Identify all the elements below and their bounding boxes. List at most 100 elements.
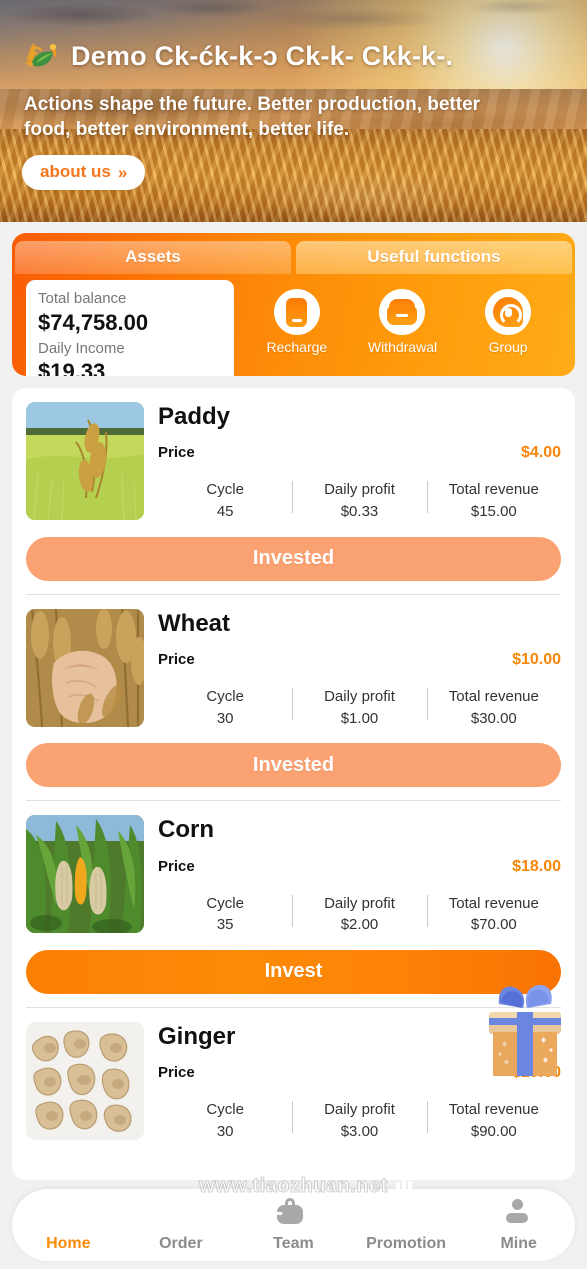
nav-item-mine[interactable]: Mine: [475, 1198, 563, 1253]
home-icon: [52, 1198, 84, 1230]
product-item-wheat: Wheat Price $10.00 Cycle 30 Daily profit…: [26, 593, 561, 801]
withdrawal-icon: [379, 289, 426, 335]
cycle-label: Cycle: [206, 688, 244, 706]
product-stats: Cycle 30 Daily profit $1.00 Total revenu…: [158, 686, 561, 730]
total-balance-value: $74,758.00: [38, 309, 149, 335]
person-icon: [503, 1198, 535, 1230]
tab-useful-functions[interactable]: Useful functions: [296, 241, 572, 274]
total-revenue-label: Total revenue: [448, 894, 539, 912]
cycle-value: 30: [216, 709, 234, 727]
total-revenue-label: Total revenue: [448, 688, 539, 706]
daily-income-value: $19.33: [38, 359, 106, 376]
wheat-hand-photo: [26, 608, 144, 727]
daily-income-label: Daily Income: [38, 339, 125, 357]
total-revenue-value: $90.00: [470, 1123, 517, 1141]
product-name: Wheat: [158, 609, 230, 637]
brand-row: Demo Ck-ćk-k-ɔ Ck-k- Ckk-k-.: [22, 36, 567, 76]
product-info: Paddy Price $4.00 Cycle 45 Daily profit …: [158, 402, 561, 524]
nav-label-mine: Mine: [500, 1234, 537, 1252]
product-price-row: Price $4.00: [158, 444, 561, 462]
daily-profit-value: $0.33: [340, 503, 379, 521]
product-price-row: Price $18.00: [158, 858, 561, 876]
invest-button[interactable]: Invested: [26, 743, 561, 788]
daily-profit-value: $2.00: [340, 916, 379, 934]
daily-profit-label: Daily profit: [324, 481, 395, 499]
product-item-paddy: Paddy Price $4.00 Cycle 45 Daily profit …: [26, 388, 561, 594]
recharge-action[interactable]: Recharge: [260, 289, 334, 355]
nav-item-promotion[interactable]: Promotion: [362, 1177, 450, 1253]
nav-item-home[interactable]: Home: [24, 1198, 112, 1253]
nav-label-team: Team: [273, 1234, 314, 1252]
total-revenue-label: Total revenue: [448, 481, 539, 499]
withdrawal-action[interactable]: Withdrawal: [365, 289, 439, 355]
team-bag-icon: [271, 1197, 309, 1230]
product-stats: Cycle 45 Daily profit $0.33 Total revenu…: [158, 479, 561, 523]
nav-label-promotion: Promotion: [366, 1234, 447, 1252]
stat-total-revenue: Total revenue $70.00: [426, 893, 561, 937]
cycle-label: Cycle: [206, 1101, 244, 1119]
invest-button[interactable]: Invested: [26, 536, 561, 581]
product-stats: Cycle 35 Daily profit $2.00 Total revenu…: [158, 893, 561, 937]
group-action[interactable]: Group: [471, 289, 545, 355]
paddy-rice-field-photo: [26, 402, 144, 520]
nav-item-order[interactable]: Order: [137, 1198, 225, 1253]
headset-support-icon: [485, 289, 532, 335]
price-value: $18.00: [512, 857, 561, 875]
product-stats: Cycle 30 Daily profit $3.00 Total revenu…: [158, 1099, 561, 1143]
stat-cycle: Cycle 45: [158, 479, 292, 523]
bottom-navigation: Home Order Team Promotion Mine: [12, 1177, 575, 1261]
tab-assets[interactable]: Assets: [15, 241, 291, 274]
bar-chart-icon: [390, 1177, 422, 1230]
stat-daily-profit: Daily profit $3.00: [292, 1099, 426, 1143]
cycle-value: 35: [216, 916, 234, 934]
price-label: Price: [158, 444, 195, 462]
brand-title: Demo Ck-ćk-k-ɔ Ck-k- Ckk-k-.: [71, 40, 454, 71]
stat-total-revenue: Total revenue $15.00: [426, 479, 561, 523]
product-name: Corn: [158, 816, 214, 844]
recharge-label: Recharge: [266, 339, 328, 355]
total-revenue-label: Total revenue: [448, 1101, 539, 1119]
about-us-button[interactable]: about us »: [22, 155, 146, 190]
daily-profit-label: Daily profit: [324, 894, 395, 912]
assets-panel-wrapper: Assets Useful functions Total balance $7…: [0, 222, 587, 376]
gift-box-icon[interactable]: [471, 974, 579, 1082]
stat-total-revenue: Total revenue $30.00: [426, 686, 561, 730]
hero-banner: Demo Ck-ćk-k-ɔ Ck-k- Ckk-k-. Actions sha…: [0, 0, 587, 222]
stat-cycle: Cycle 30: [158, 1099, 292, 1143]
about-us-label: about us: [40, 162, 111, 181]
group-label: Group: [488, 339, 528, 355]
product-info: Corn Price $18.00 Cycle 35 Daily profit …: [158, 815, 561, 937]
price-label: Price: [158, 1064, 195, 1082]
total-revenue-value: $30.00: [470, 709, 517, 727]
stat-cycle: Cycle 35: [158, 893, 292, 937]
total-balance-label: Total balance: [38, 290, 127, 307]
balance-card: Total balance $74,758.00 Daily Income $1…: [26, 280, 234, 376]
nav-label-home: Home: [46, 1234, 91, 1252]
tab-useful-functions-label: Useful functions: [367, 247, 501, 266]
total-revenue-value: $15.00: [470, 503, 517, 521]
product-price-row: Price $10.00: [158, 651, 561, 669]
daily-profit-label: Daily profit: [324, 1101, 395, 1119]
nav-label-order: Order: [159, 1234, 203, 1252]
product-top-row: Paddy Price $4.00 Cycle 45 Daily profit …: [26, 402, 561, 524]
stat-daily-profit: Daily profit $1.00: [292, 686, 426, 730]
order-icon: [165, 1198, 197, 1230]
hero-tagline: Actions shape the future. Better product…: [24, 94, 481, 141]
daily-profit-label: Daily profit: [324, 688, 395, 706]
wheat-leaf-logo-icon: [22, 36, 62, 76]
price-label: Price: [158, 651, 195, 669]
product-top-row: Wheat Price $10.00 Cycle 30 Daily profit…: [26, 608, 561, 731]
nav-item-team[interactable]: Team: [249, 1197, 337, 1253]
corn-field-photo: [26, 815, 144, 934]
cycle-label: Cycle: [206, 481, 244, 499]
price-value: $10.00: [512, 651, 561, 669]
product-top-row: Corn Price $18.00 Cycle 35 Daily profit …: [26, 815, 561, 937]
cycle-value: 45: [216, 503, 234, 521]
assets-tab-strip: Assets Useful functions: [12, 241, 575, 274]
cycle-value: 30: [216, 1123, 234, 1141]
assets-body: Total balance $74,758.00 Daily Income $1…: [12, 274, 575, 376]
cycle-label: Cycle: [206, 894, 244, 912]
recharge-icon: [273, 289, 320, 335]
stat-cycle: Cycle 30: [158, 686, 292, 730]
stat-total-revenue: Total revenue $90.00: [426, 1099, 561, 1143]
